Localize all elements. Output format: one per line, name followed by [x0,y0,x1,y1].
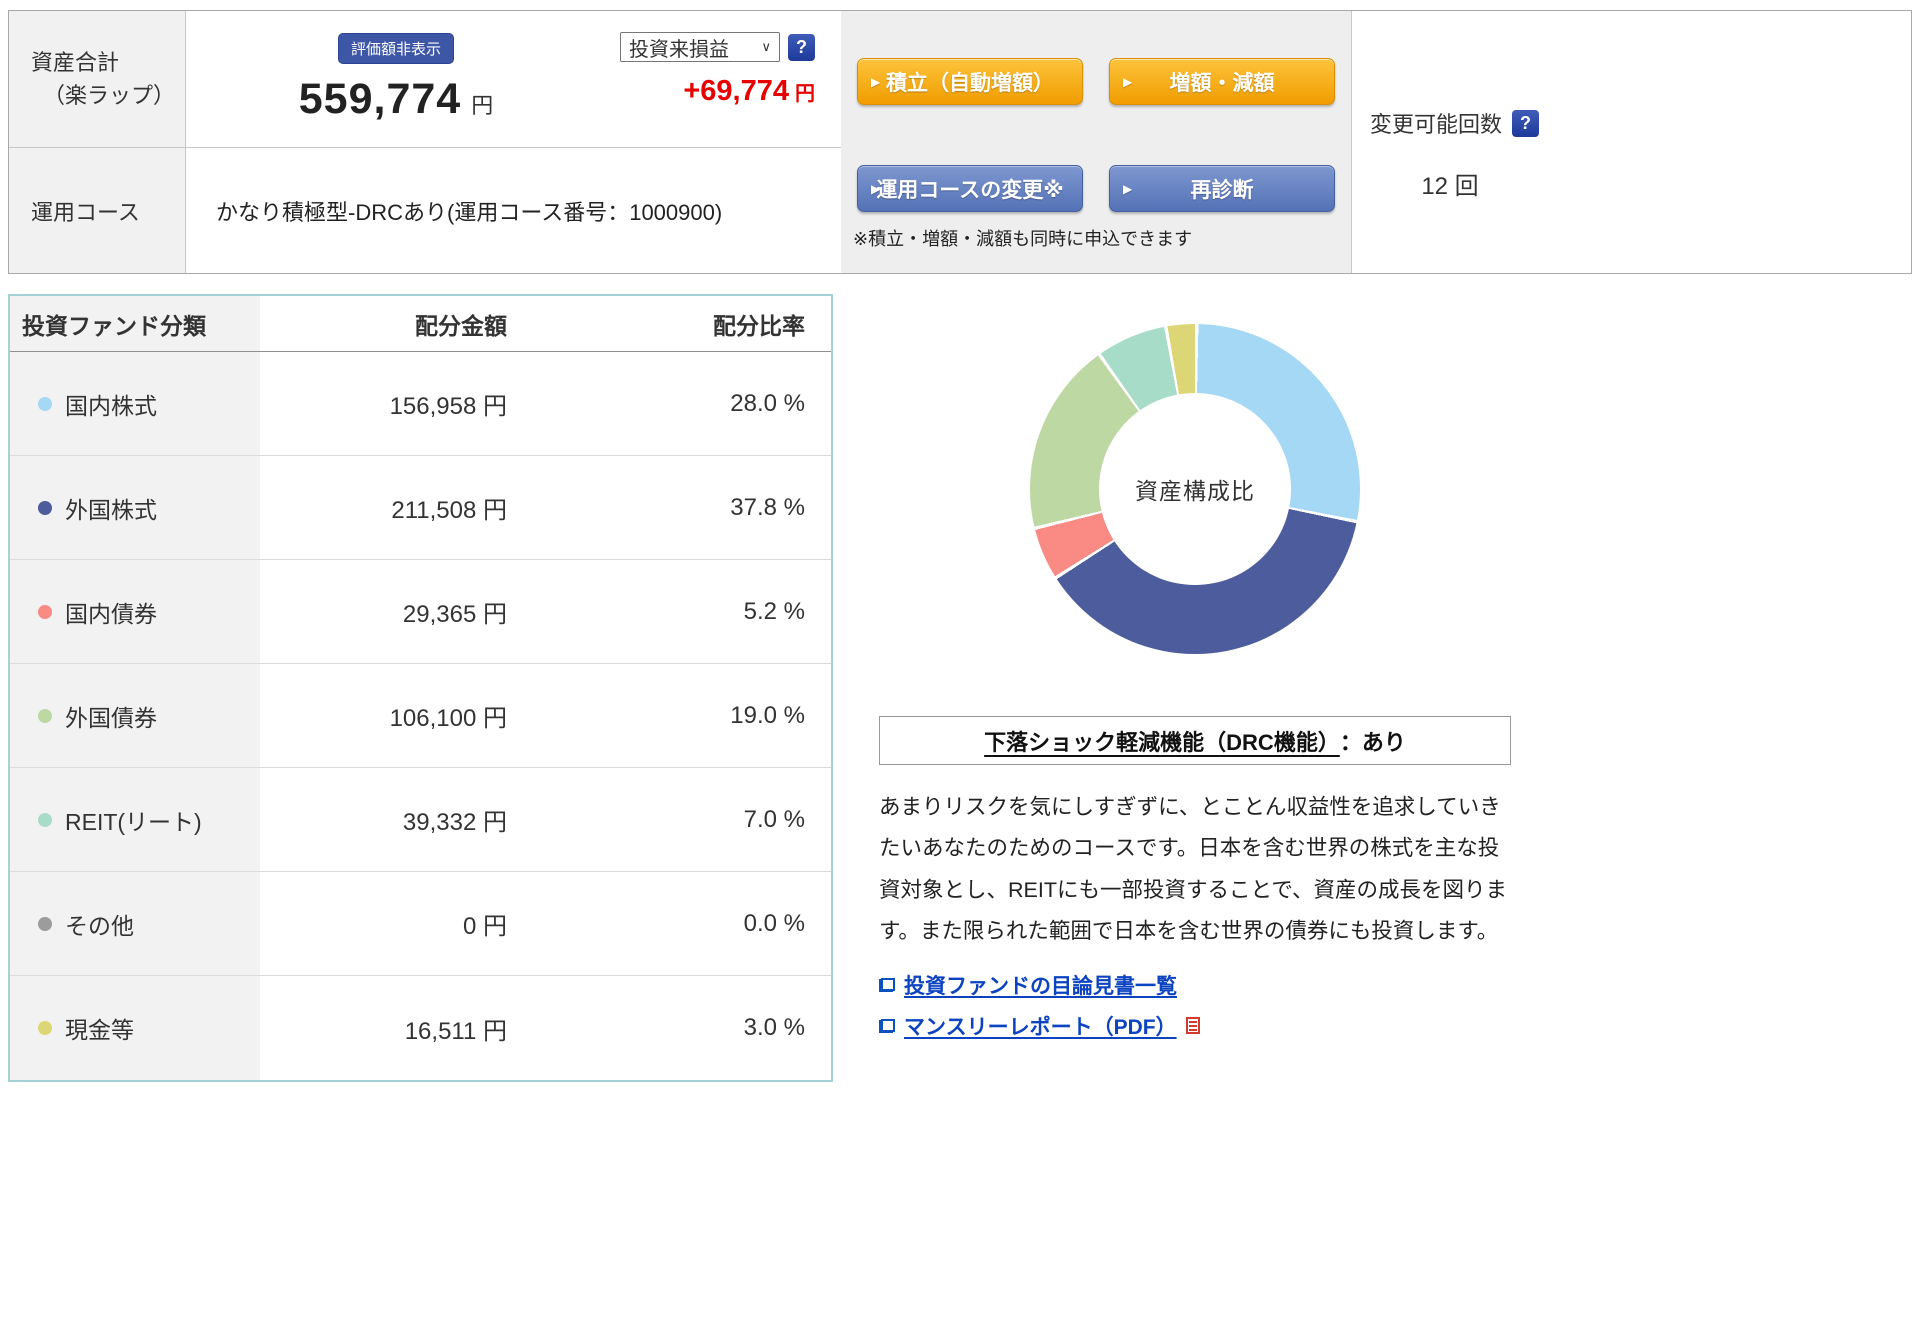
category-label: 現金等 [65,1017,134,1043]
table-row: 外国株式 211,508 円 37.8 % [10,456,831,560]
asset-total-label-line1: 資産合計 [31,50,120,75]
drc-title: 下落ショック軽減機能（DRC機能） [984,729,1340,755]
action-buttons-panel: ▶ 積立（自動増額） ▶ 増額・減額 ▶ 運用コースの変更※ ▶ 再診断 ※積立 [841,11,1351,273]
rediagnosis-button-label: 再診断 [1190,178,1254,202]
ratio-cell: 3.0 % [743,1014,805,1041]
col-header-ratio: 配分比率 [713,312,805,339]
col-header-amount: 配分金額 [415,312,507,339]
chart-center-label: 資産構成比 [1135,478,1255,504]
amount-cell: 106,100 円 [389,705,507,732]
category-label: 外国債券 [65,704,157,731]
table-row: 現金等 16,511 円 3.0 % [10,976,831,1080]
category-color-dot [38,1021,52,1035]
zogaku-gengaku-button[interactable]: ▶ 増額・減額 [1109,58,1335,105]
pdf-icon [1185,1017,1200,1035]
account-summary-panel: 資産合計 （楽ラップ） 運用コース 評価額非表示 559,774 円 投資来損益 … [8,10,1912,274]
category-label: 国内債券 [65,600,157,627]
table-row: 外国債券 106,100 円 19.0 % [10,664,831,768]
category-color-dot [38,396,52,411]
allocation-table-header: 投資ファンド分類 配分金額 配分比率 [10,296,831,352]
category-label: 国内株式 [65,392,157,419]
monthly-report-link-label: マンスリーレポート（PDF） [904,1015,1177,1039]
total-asset-amount: 559,774 [298,75,462,123]
document-links: 投資ファンドの目論見書一覧 マンスリーレポート（PDF） [879,970,1511,1041]
ratio-cell: 28.0 % [730,389,805,417]
category-color-dot [38,500,52,515]
profit-amount-line: +69,774 円 [683,75,815,108]
change-count-label: 変更可能回数 [1370,112,1503,137]
category-color-dot [38,916,52,931]
help-icon-profit[interactable]: ? [788,33,815,61]
change-count-section: 変更可能回数 ? 12 回 [1351,11,1911,273]
course-row: かなり積極型-DRCあり(運用コース番号：1000900) [186,148,841,273]
category-color-dot [38,708,52,723]
profit-unit: 円 [795,83,815,105]
course-name: かなり積極型-DRCあり(運用コース番号：1000900) [216,199,723,225]
amount-cell: 29,365 円 [402,601,507,628]
amount-cell: 211,508 円 [391,497,507,524]
amount-cell: 0 円 [462,913,507,940]
donut-center: 資産構成比 [1099,393,1291,585]
profit-period-select[interactable]: 投資来損益 ∨ [620,32,780,62]
allocation-table: 投資ファンド分類 配分金額 配分比率 国内株式 156,958 円 28.0 %… [8,294,833,1082]
external-window-icon [879,1018,895,1033]
table-row: REIT(リート) 39,332 円 7.0 % [10,768,831,872]
table-row: 国内株式 156,958 円 28.0 % [10,352,831,456]
summary-label-column: 資産合計 （楽ラップ） 運用コース [9,11,186,273]
drc-title-suffix: ：あり [1339,729,1406,755]
apply-note: ※積立・増額・減額も同時に申込できます [853,229,1193,249]
arrow-icon: ▶ [1123,74,1133,89]
change-count-value: 12 回 [1421,173,1479,200]
arrow-icon: ▶ [871,181,881,196]
ratio-cell: 5.2 % [743,597,805,625]
amount-cell: 16,511 円 [404,1017,507,1045]
donut-chart: 資産構成比 [1030,324,1360,654]
ratio-cell: 37.8 % [730,493,805,521]
profit-amount: +69,774 [683,75,789,107]
category-color-dot [38,812,52,827]
prospectus-link-label: 投資ファンドの目論見書一覧 [904,974,1177,998]
tsumitate-button-label: 積立（自動増額） [886,71,1054,95]
ratio-cell: 7.0 % [743,805,805,833]
course-change-button[interactable]: ▶ 運用コースの変更※ [857,165,1083,212]
arrow-icon: ▶ [871,74,881,89]
help-icon-change-count[interactable]: ? [1512,109,1540,137]
amount-cell: 39,332 円 [402,809,507,836]
asset-total-label-line2: （楽ラップ） [43,83,176,108]
asset-total-label: 資産合計 （楽ラップ） [9,11,185,148]
hide-valuation-button[interactable]: 評価額非表示 [337,33,454,64]
chevron-down-icon: ∨ [761,39,771,54]
profit-period-select-value: 投資来損益 [629,38,729,61]
table-row: その他 0 円 0.0 % [10,872,831,976]
ratio-cell: 19.0 % [730,701,805,729]
rediagnosis-button[interactable]: ▶ 再診断 [1109,165,1335,212]
category-label: 外国株式 [65,496,157,523]
course-detail-panel: 資産構成比 下落ショック軽減機能（DRC機能） ：あり あまりリスクを気にしすぎず… [879,294,1511,1041]
category-color-dot [38,604,52,619]
total-asset-amount-line: 559,774 円 [299,75,493,124]
drc-feature-box: 下落ショック軽減機能（DRC機能） ：あり [879,716,1511,765]
arrow-icon: ▶ [1123,181,1133,196]
table-row: 国内債券 29,365 円 5.2 % [10,560,831,664]
course-description: あまりリスクを気にしすぎずに、とことん収益性を追求していきたいあなたのためのコー… [879,795,1507,944]
category-label: その他 [65,912,134,939]
total-asset-unit: 円 [471,93,494,118]
asset-value-section: 評価額非表示 559,774 円 投資来損益 ∨ ? +69,774 円 [186,11,841,148]
col-header-category: 投資ファンド分類 [10,296,260,351]
category-label: REIT(リート) [65,808,202,835]
zogaku-gengaku-button-label: 増額・減額 [1169,71,1275,95]
course-row-label: 運用コース [31,199,140,225]
amount-cell: 156,958 円 [389,393,507,420]
monthly-report-link[interactable]: マンスリーレポート（PDF） [879,1011,1200,1041]
external-window-icon [879,977,895,992]
ratio-cell: 0.0 % [743,909,805,937]
course-change-button-label: 運用コースの変更※ [876,178,1064,202]
prospectus-link[interactable]: 投資ファンドの目論見書一覧 [879,970,1177,1000]
tsumitate-button[interactable]: ▶ 積立（自動増額） [857,58,1083,105]
